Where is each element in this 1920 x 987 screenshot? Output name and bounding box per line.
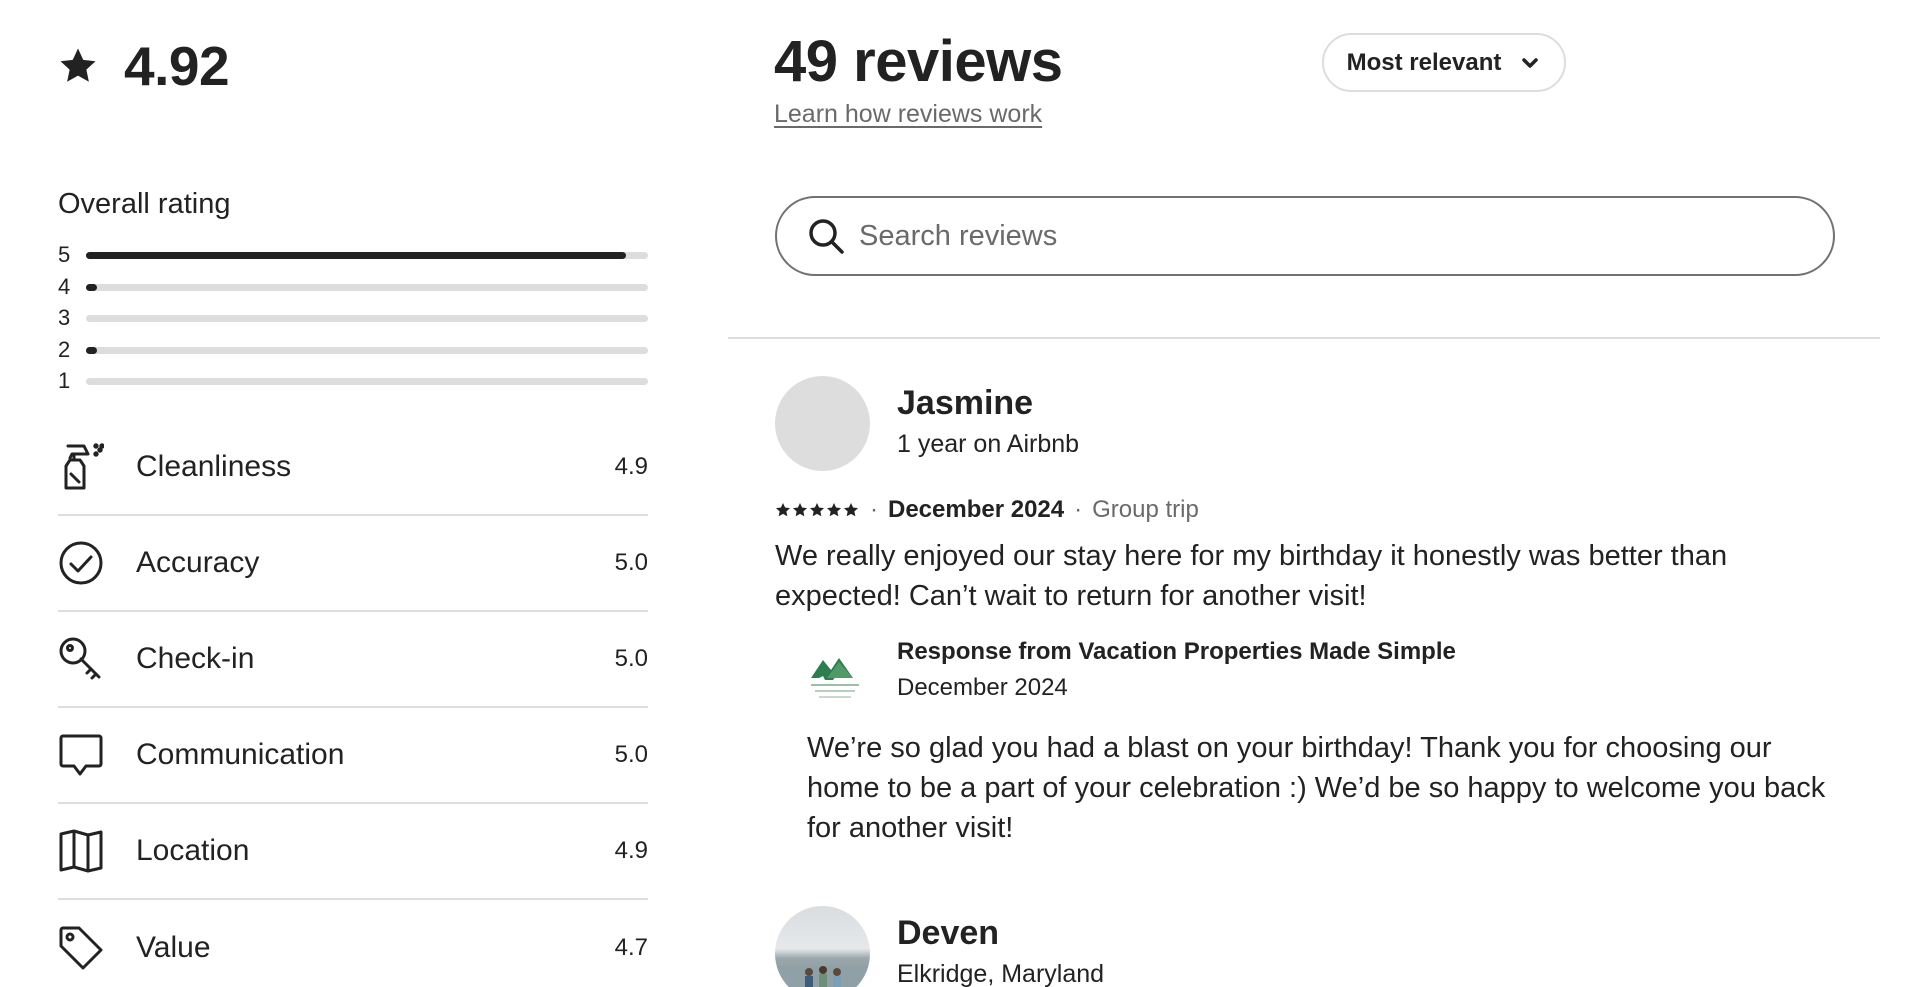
learn-how-reviews-work-link[interactable]: Learn how reviews work xyxy=(774,100,1042,129)
category-ratings: Cleanliness 4.9 Accuracy 5.0 Check-in 5.… xyxy=(58,420,648,987)
distribution-fill xyxy=(86,252,626,259)
distribution-track xyxy=(86,252,648,259)
star-icon xyxy=(844,503,858,517)
host-logo-icon xyxy=(811,658,859,698)
section-divider xyxy=(728,337,1880,339)
reviewer-meta: 1 year on Airbnb xyxy=(897,430,1080,458)
separator-dot: · xyxy=(1074,496,1083,523)
search-reviews-box[interactable] xyxy=(775,196,1835,276)
category-label: Accuracy xyxy=(136,546,260,579)
distribution-star-label: 4 xyxy=(58,273,71,299)
avatar[interactable] xyxy=(775,906,870,987)
chevron-down-icon xyxy=(1522,57,1539,68)
star-icon xyxy=(793,503,807,517)
category-accuracy: Accuracy 5.0 xyxy=(58,516,648,612)
average-rating-value: 4.92 xyxy=(124,35,230,97)
overall-rating-title: Overall rating xyxy=(58,188,231,220)
average-rating: 4.92 xyxy=(58,34,230,98)
distribution-track xyxy=(86,283,648,291)
search-icon xyxy=(809,219,844,254)
category-score: 5.0 xyxy=(614,645,648,672)
response-title: Response from Vacation Properties Made S… xyxy=(897,638,1456,665)
avatar-photo-icon xyxy=(775,966,870,987)
category-score: 4.9 xyxy=(614,837,648,864)
category-label: Cleanliness xyxy=(136,450,292,483)
star-icon xyxy=(776,503,790,517)
reviewer-name: Jasmine xyxy=(897,384,1034,422)
distribution-fill xyxy=(86,346,98,354)
review-date: December 2024 xyxy=(888,496,1065,523)
key-icon xyxy=(58,634,104,684)
review-info-line: · December 2024 · Group trip xyxy=(775,496,1199,524)
spray-bottle-icon xyxy=(58,442,104,492)
category-label: Value xyxy=(136,931,211,964)
rating-distribution: 5 4 3 2 1 xyxy=(58,240,648,398)
sort-dropdown-button[interactable]: Most relevant xyxy=(1322,33,1566,92)
category-score: 4.9 xyxy=(614,453,648,480)
distribution-row: 2 xyxy=(58,335,648,367)
distribution-row: 1 xyxy=(58,366,648,398)
avatar[interactable] xyxy=(775,376,870,471)
category-communication: Communication 5.0 xyxy=(58,708,648,804)
distribution-star-label: 5 xyxy=(58,242,71,267)
map-icon xyxy=(58,826,104,876)
category-score: 4.7 xyxy=(614,934,648,961)
category-cleanliness: Cleanliness 4.9 xyxy=(58,420,648,516)
category-label: Check-in xyxy=(136,642,255,675)
distribution-star-label: 3 xyxy=(58,305,71,330)
category-location: Location 4.9 xyxy=(58,804,648,900)
response-text: We’re so glad you had a blast on your bi… xyxy=(807,732,1826,844)
category-score: 5.0 xyxy=(614,549,648,576)
reviewer-meta: Elkridge, Maryland xyxy=(897,960,1105,987)
review-text: We really enjoyed our stay here for my b… xyxy=(775,540,1728,612)
review-stars xyxy=(775,502,860,518)
search-reviews-input[interactable] xyxy=(859,219,1759,253)
distribution-row: 5 xyxy=(58,240,648,272)
separator-dot: · xyxy=(870,496,878,523)
sort-label: Most relevant xyxy=(1346,48,1502,76)
category-value: Value 4.7 xyxy=(58,900,648,987)
check-circle-icon xyxy=(58,538,104,588)
star-icon xyxy=(827,503,841,517)
reviewer-name: Deven xyxy=(897,914,1000,952)
distribution-track xyxy=(86,315,648,322)
category-label: Location xyxy=(136,834,250,867)
category-label: Communication xyxy=(136,738,345,771)
distribution-row: 4 xyxy=(58,272,648,304)
category-score: 5.0 xyxy=(614,741,648,768)
star-icon xyxy=(810,503,824,517)
trip-type: Group trip xyxy=(1092,496,1199,523)
distribution-track xyxy=(86,346,648,354)
distribution-fill xyxy=(86,283,98,291)
chat-bubble-icon xyxy=(58,730,104,780)
response-date: December 2024 xyxy=(897,674,1068,701)
reviews-count-title: 49 reviews xyxy=(774,29,1063,94)
distribution-star-label: 1 xyxy=(58,368,71,393)
distribution-star-label: 2 xyxy=(58,336,71,362)
distribution-row: 3 xyxy=(58,303,648,335)
category-check-in: Check-in 5.0 xyxy=(58,612,648,708)
price-tag-icon xyxy=(58,923,104,973)
star-icon xyxy=(60,48,96,82)
distribution-track xyxy=(86,378,648,385)
